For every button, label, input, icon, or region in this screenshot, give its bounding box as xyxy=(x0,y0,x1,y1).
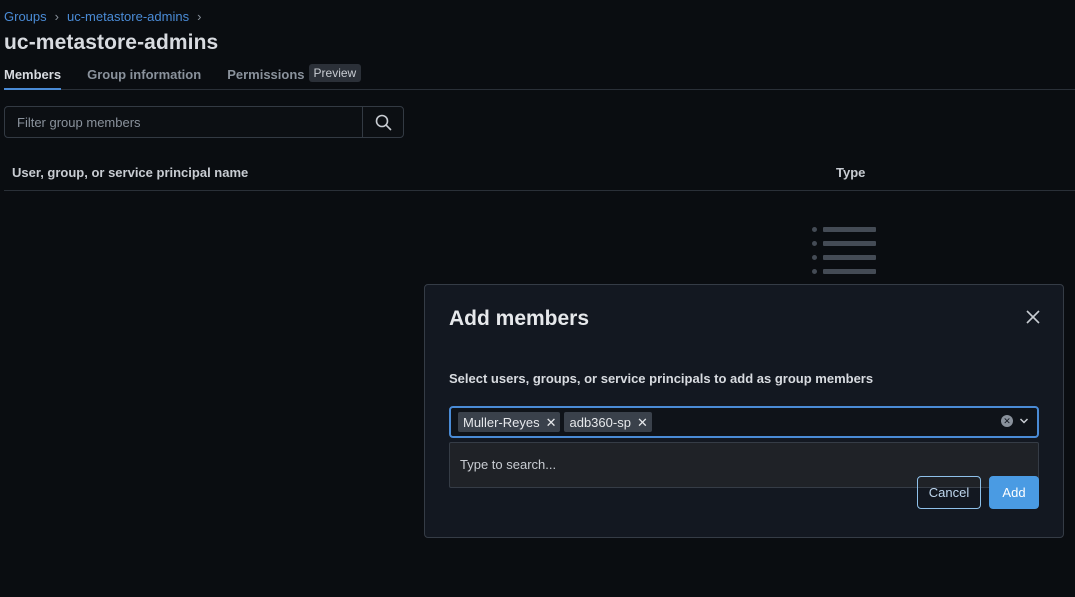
selected-member-chip: adb360-sp ✕ xyxy=(564,412,652,432)
tab-permissions[interactable]: Permissions Preview xyxy=(227,64,362,90)
tab-label: Members xyxy=(4,67,62,82)
selected-member-chip: Muller-Reyes ✕ xyxy=(458,412,561,432)
group-members-page: Groups › uc-metastore-admins › uc-metast… xyxy=(0,0,1075,597)
members-table-header: User, group, or service principal name T… xyxy=(4,156,1075,191)
add-button[interactable]: Add xyxy=(989,476,1039,509)
tab-label: Permissions xyxy=(227,67,305,82)
remove-chip-icon[interactable]: ✕ xyxy=(637,416,648,429)
close-icon[interactable] xyxy=(1025,309,1041,325)
dialog-title: Add members xyxy=(449,307,590,330)
tab-members[interactable]: Members xyxy=(4,64,62,90)
add-members-dialog: Add members Select users, groups, or ser… xyxy=(424,284,1064,538)
search-hint: Type to search... xyxy=(460,457,557,472)
search-icon xyxy=(375,114,391,130)
column-header-name[interactable]: User, group, or service principal name xyxy=(12,165,248,180)
page-title: uc-metastore-admins xyxy=(4,31,219,54)
tab-group-information[interactable]: Group information xyxy=(87,64,201,90)
member-select-input[interactable]: Muller-Reyes ✕ adb360-sp ✕ ✕ xyxy=(449,406,1039,438)
chevron-down-icon[interactable] xyxy=(1019,416,1029,426)
tab-label: Group information xyxy=(87,67,202,82)
breadcrumb-groups-link[interactable]: Groups xyxy=(4,9,47,24)
breadcrumb-separator: › xyxy=(197,9,202,24)
dialog-description: Select users, groups, or service princip… xyxy=(449,371,874,386)
select-tools: ✕ xyxy=(1001,415,1029,427)
loading-skeleton xyxy=(812,222,876,278)
clear-selection-icon[interactable]: ✕ xyxy=(1001,415,1013,427)
column-header-type[interactable]: Type xyxy=(836,165,865,180)
remove-chip-icon[interactable]: ✕ xyxy=(546,416,557,429)
filter-members-input[interactable] xyxy=(5,107,362,137)
search-button[interactable] xyxy=(362,107,403,137)
preview-badge: Preview xyxy=(308,64,362,82)
breadcrumb: Groups › uc-metastore-admins › xyxy=(4,9,201,24)
cancel-button[interactable]: Cancel xyxy=(917,476,981,509)
breadcrumb-separator: › xyxy=(54,9,59,24)
chip-label: adb360-sp xyxy=(569,414,631,430)
filter-members-field xyxy=(4,106,404,138)
tab-bar: Members Group information Permissions Pr… xyxy=(4,64,1075,90)
breadcrumb-group-link[interactable]: uc-metastore-admins xyxy=(67,9,189,24)
chip-label: Muller-Reyes xyxy=(463,414,540,430)
